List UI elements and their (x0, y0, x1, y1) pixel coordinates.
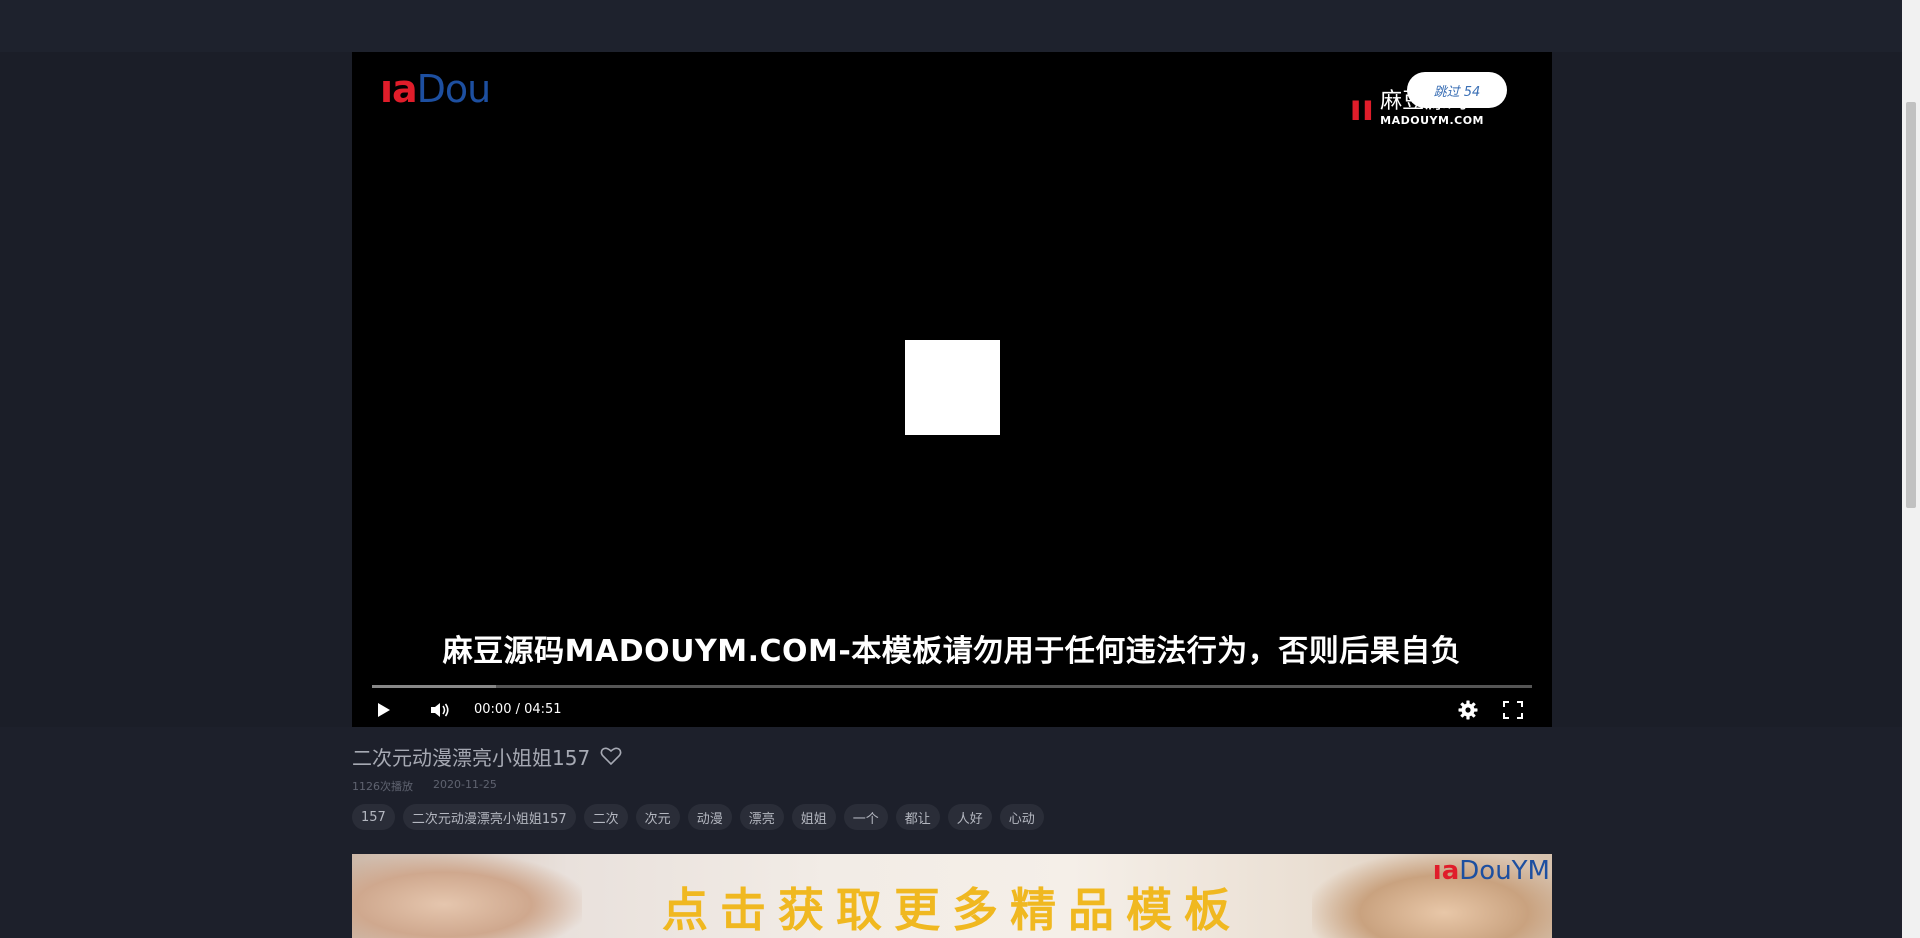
tag-list: 157 二次元动漫漂亮小姐姐157 二次 次元 动漫 漂亮 姐姐 一个 都让 人好 心动 (352, 804, 1552, 830)
video-player[interactable]: ıaDou ıı 麻豆源码 MADOUYM.COM 跳过 54 麻豆源码MADO… (352, 52, 1552, 727)
watermark-en-text: MADOUYM.COM (1380, 114, 1484, 127)
play-button[interactable] (372, 692, 396, 727)
tag-chip[interactable]: 漂亮 (739, 804, 784, 830)
watermark-mark: ıı (1349, 87, 1375, 129)
tag-chip[interactable]: 动漫 (687, 804, 732, 830)
favorite-button[interactable] (600, 746, 622, 766)
tag-chip[interactable]: 二次元动漫漂亮小姐姐157 (402, 804, 576, 830)
gear-icon (1458, 700, 1478, 719)
top-nav-bar (0, 0, 1902, 52)
volume-button[interactable] (428, 692, 452, 727)
tag-chip[interactable]: 姐姐 (791, 804, 836, 830)
skip-ad-button[interactable]: 跳过 54 (1407, 72, 1507, 108)
logo-mark: ıa (380, 67, 418, 111)
banner-promo-text: 点击获取更多精品模板 (662, 883, 1242, 937)
tag-chip[interactable]: 都让 (895, 804, 940, 830)
page-scrollbar[interactable] (1902, 0, 1920, 938)
tag-chip[interactable]: 心动 (999, 804, 1044, 830)
tag-chip[interactable]: 二次 (583, 804, 628, 830)
settings-button[interactable] (1455, 692, 1481, 727)
video-info: 二次元动漫漂亮小姐姐157 1126次播放 2020-11-25 157 二次元动… (352, 740, 1552, 830)
madou-logo-top-left: ıaDou (380, 67, 492, 111)
video-meta: 1126次播放 2020-11-25 (352, 778, 1552, 794)
video-caption: 麻豆源码MADOUYM.COM-本模板请勿用于任何违法行为，否则后果自负 (442, 634, 1462, 669)
video-title: 二次元动漫漂亮小姐姐157 (352, 745, 591, 770)
logo-text: Dou (416, 67, 492, 111)
time-display: 00:00 / 04:51 (474, 702, 562, 717)
promo-banner[interactable]: 点击获取更多精品模板 ıaDouYM (352, 854, 1552, 938)
banner-logo: ıaDouYM (1433, 858, 1550, 884)
play-count: 1126次播放 (352, 780, 413, 793)
player-controls: 00:00 / 04:51 (352, 692, 1552, 727)
heart-icon (600, 747, 622, 766)
play-icon (378, 702, 390, 717)
banner-logo-mark: ıa (1432, 856, 1460, 886)
tag-chip[interactable]: 次元 (635, 804, 680, 830)
upload-date: 2020-11-25 (433, 778, 497, 791)
banner-logo-text: DouYM (1459, 856, 1550, 886)
progress-bar[interactable] (372, 685, 1532, 688)
video-center-placeholder (905, 340, 1000, 435)
tag-chip[interactable]: 157 (352, 804, 395, 830)
volume-icon (431, 702, 449, 717)
scrollbar-thumb[interactable] (1906, 102, 1916, 508)
tag-chip[interactable]: 一个 (843, 804, 888, 830)
tag-chip[interactable]: 人好 (947, 804, 992, 830)
fullscreen-button[interactable] (1501, 692, 1525, 727)
fullscreen-icon (1503, 700, 1523, 719)
progress-buffered (372, 685, 497, 688)
